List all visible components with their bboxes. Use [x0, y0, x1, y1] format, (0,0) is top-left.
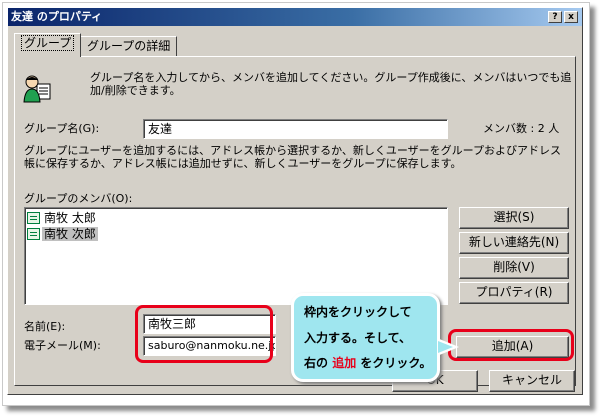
callout-line-1: 枠内をクリックして: [304, 305, 412, 319]
callout-line-3-post: をクリック。: [360, 356, 432, 370]
intro-line-2: 加/削除できます。: [90, 84, 181, 97]
contact-card-icon: [27, 212, 40, 224]
group-name-input[interactable]: 友達: [143, 119, 448, 139]
callout-add-emphasis: 追加: [332, 356, 357, 370]
callout-line-2: 入力する。そして、: [304, 331, 412, 345]
callout-line-3-pre: 右の: [304, 356, 329, 370]
member-list[interactable]: 南牧 太郎 南牧 次郎: [24, 207, 448, 305]
callout-arrow-fill: [438, 341, 453, 353]
cancel-button[interactable]: キャンセル: [489, 370, 575, 392]
group-name-label: グループ名(G):: [24, 122, 100, 135]
close-button[interactable]: x: [564, 11, 578, 23]
instruction-callout: 枠内をクリックして 入力する。そして、 右の 追加 をクリック。: [291, 293, 440, 382]
select-button[interactable]: 選択(S): [459, 207, 569, 229]
name-label: 名前(E):: [24, 320, 66, 333]
tab-group-label: グループ: [21, 35, 75, 51]
members-label: グループのメンバ(O):: [24, 192, 133, 205]
description-line-1: グループにユーザーを追加するには、アドレス帳から選択するか、新しくユーザーをグル…: [24, 144, 562, 157]
window-title: 友達 のプロパティ: [11, 10, 103, 23]
title-bar: 友達 のプロパティ ? x: [8, 8, 582, 26]
list-item[interactable]: 南牧 次郎: [27, 226, 98, 242]
member-name: 南牧 次郎: [42, 227, 98, 241]
tab-group[interactable]: グループ: [14, 33, 82, 57]
contact-card-icon: [27, 228, 40, 240]
list-item[interactable]: 南牧 太郎: [27, 210, 98, 226]
tab-group-details-label: グループの詳細: [87, 39, 171, 53]
input-highlight-ring: [135, 305, 273, 363]
member-name: 南牧 太郎: [44, 211, 96, 225]
email-label: 電子メール(M):: [24, 339, 101, 352]
add-button-highlight-ring: [448, 329, 574, 361]
help-button[interactable]: ?: [548, 11, 562, 23]
remove-button[interactable]: 削除(V): [459, 257, 569, 279]
intro-line-1: グループ名を入力してから、メンバを追加してください。グループ作成後に、メンバはい…: [90, 71, 572, 84]
member-count: メンバ数 : 2 人: [483, 122, 560, 135]
description-line-2: 帳に保存するか、アドレス帳には追加せずに、新しくユーザーをグループに保存します。: [24, 157, 462, 170]
tab-group-details[interactable]: グループの詳細: [80, 36, 178, 56]
properties-button[interactable]: プロパティ(R): [459, 282, 569, 304]
group-person-icon: [23, 75, 51, 103]
callout-line-3: 右の 追加 をクリック。: [304, 354, 431, 371]
new-contact-button[interactable]: 新しい連絡先(N): [459, 232, 569, 254]
